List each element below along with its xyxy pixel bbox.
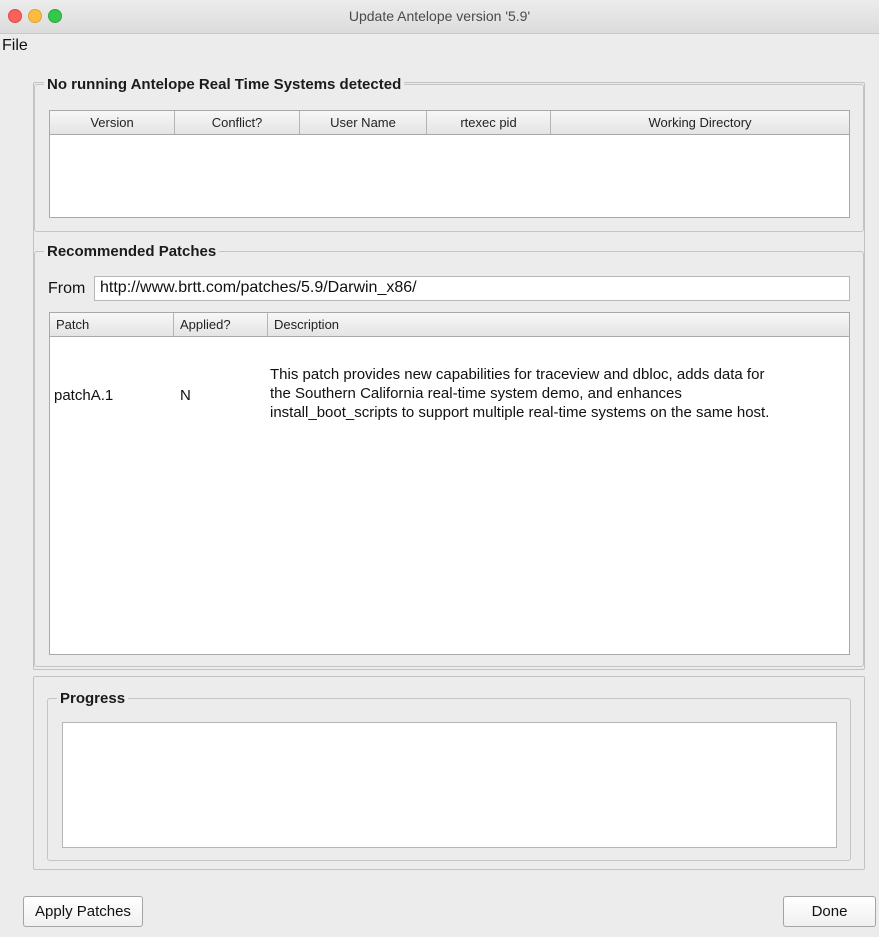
- description-line: install_boot_scripts to support multiple…: [270, 404, 770, 421]
- rts-col-rtexec-pid[interactable]: rtexec pid: [427, 111, 551, 134]
- rts-col-conflict[interactable]: Conflict?: [175, 111, 300, 134]
- patches-col-patch[interactable]: Patch: [50, 313, 174, 336]
- table-row[interactable]: patchA.1 N This patch provides new capab…: [50, 361, 849, 427]
- patch-applied-cell: N: [180, 387, 191, 404]
- rts-col-version[interactable]: Version: [50, 111, 175, 134]
- menu-bar: File: [0, 34, 879, 58]
- patches-table[interactable]: Patch Applied? Description patchA.1 N Th…: [49, 312, 850, 655]
- patches-table-header: Patch Applied? Description: [50, 313, 849, 337]
- window-title: Update Antelope version '5.9': [348, 8, 531, 24]
- rts-col-user-name[interactable]: User Name: [300, 111, 427, 134]
- patch-name-cell: patchA.1: [54, 387, 114, 404]
- description-line: This patch provides new capabilities for…: [270, 366, 765, 383]
- from-label: From: [48, 280, 86, 297]
- patches-col-applied[interactable]: Applied?: [174, 313, 268, 336]
- description-line: the Southern California real-time system…: [270, 385, 682, 402]
- progress-legend: Progress: [57, 690, 129, 707]
- patches-col-description[interactable]: Description: [268, 313, 849, 336]
- apply-patches-button[interactable]: Apply Patches: [23, 896, 143, 927]
- menu-file[interactable]: File: [2, 37, 28, 55]
- patch-description-cell: This patch provides new capabilities for…: [270, 365, 769, 422]
- from-url-field[interactable]: http://www.brtt.com/patches/5.9/Darwin_x…: [94, 276, 850, 301]
- title-bar[interactable]: Update Antelope version '5.9': [0, 0, 879, 34]
- rts-table-header: Version Conflict? User Name rtexec pid W…: [50, 111, 849, 135]
- done-button[interactable]: Done: [783, 896, 876, 927]
- patches-legend: Recommended Patches: [44, 243, 220, 260]
- rts-table[interactable]: Version Conflict? User Name rtexec pid W…: [49, 110, 850, 218]
- patch-update-window: Update Antelope version '5.9' File No ru…: [0, 0, 879, 937]
- rts-legend: No running Antelope Real Time Systems de…: [44, 76, 405, 93]
- progress-log[interactable]: [62, 722, 837, 848]
- rts-col-working-directory[interactable]: Working Directory: [551, 111, 849, 134]
